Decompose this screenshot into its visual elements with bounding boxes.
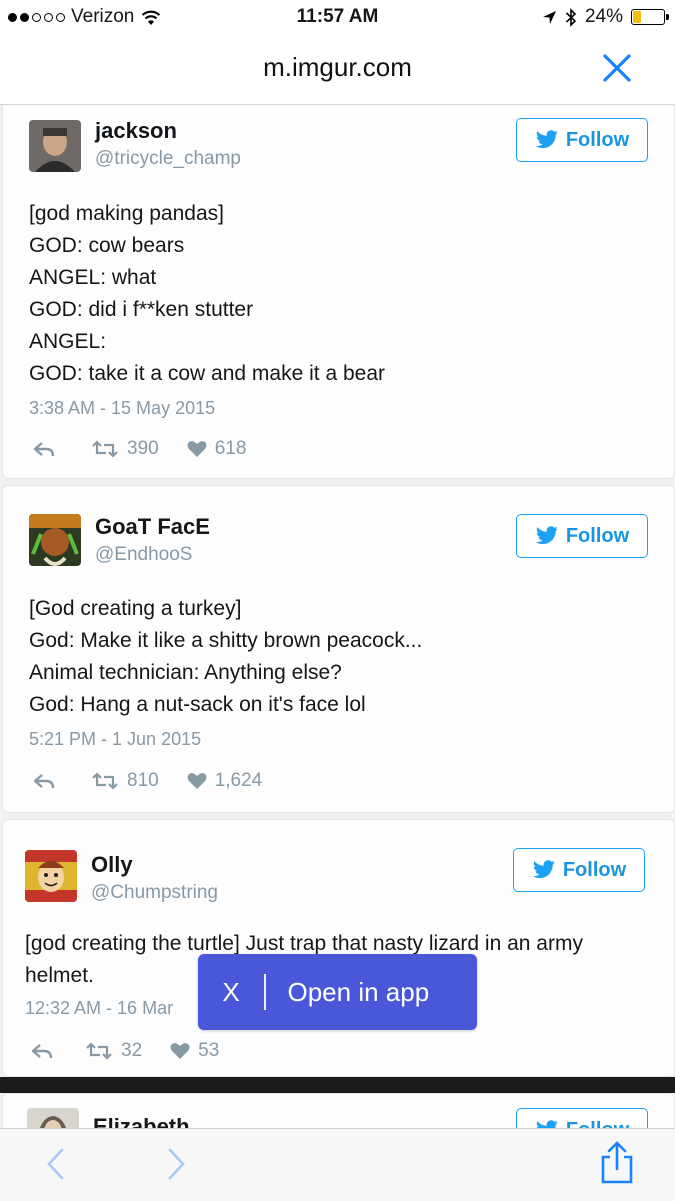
reply-icon[interactable] <box>33 441 55 457</box>
retweet-count: 390 <box>127 438 159 459</box>
retweet-count: 810 <box>127 770 159 791</box>
retweet-icon <box>86 1042 112 1060</box>
avatar[interactable] <box>25 850 77 902</box>
back-chevron-icon[interactable] <box>44 1147 66 1181</box>
follow-label: Follow <box>566 1119 629 1129</box>
tweet-line: GOD: take it a cow and make it a bear <box>29 362 385 385</box>
tweet-line: Animal technician: Anything else? <box>29 661 342 684</box>
status-bar: Verizon 11:57 AM 24% <box>0 0 675 36</box>
user-name[interactable]: jackson <box>95 118 177 144</box>
tweet-line: [god making pandas] <box>29 202 224 225</box>
user-handle[interactable]: @tricycle_champ <box>95 148 241 170</box>
tweet-timestamp[interactable]: 5:21 PM - 1 Jun 2015 <box>29 729 201 750</box>
like-count: 618 <box>214 438 247 459</box>
tweet-text: [god making pandas] GOD: cow bears ANGEL… <box>29 198 385 390</box>
like-action[interactable]: 1,624 <box>187 770 263 792</box>
twitter-bird-icon <box>536 1120 558 1128</box>
follow-button[interactable]: Follow <box>513 848 645 892</box>
tweet-line: ANGEL: <box>29 330 107 353</box>
heart-icon <box>170 1043 190 1059</box>
battery-icon <box>631 9 669 25</box>
twitter-bird-icon <box>535 526 558 545</box>
tweet-timestamp[interactable]: 12:32 AM - 16 Mar <box>25 998 173 1019</box>
open-in-app-banner: X Open in app <box>198 954 477 1030</box>
banner-divider <box>264 974 266 1010</box>
user-name[interactable]: Olly <box>91 852 133 878</box>
browser-url-bar: m.imgur.com <box>0 36 675 105</box>
like-action[interactable]: 618 <box>187 438 247 460</box>
like-count: 53 <box>198 1040 220 1061</box>
forward-chevron-icon[interactable] <box>166 1147 188 1181</box>
location-arrow-icon <box>542 10 556 24</box>
retweet-icon <box>92 772 118 790</box>
follow-button[interactable]: Follow <box>516 514 648 558</box>
like-count: 1,624 <box>214 770 263 791</box>
follow-label: Follow <box>565 128 630 151</box>
share-icon[interactable] <box>597 1141 637 1185</box>
retweet-action[interactable]: 810 <box>91 770 159 792</box>
tweet-actions: 390 618 <box>33 438 246 460</box>
retweet-action[interactable]: 390 <box>91 438 159 460</box>
open-in-app-button[interactable]: Open in app <box>266 977 430 1008</box>
tweet-card-goat-face: GoaT FacE @EndhooS Follow [God creating … <box>2 485 675 813</box>
heart-icon <box>187 773 207 789</box>
retweet-count: 32 <box>121 1040 143 1061</box>
tweet-line: God: Hang a nut-sack on it's face lol <box>29 693 366 716</box>
tweet-timestamp[interactable]: 3:38 AM - 15 May 2015 <box>29 398 215 419</box>
twitter-bird-icon <box>532 860 555 879</box>
reply-icon[interactable] <box>33 773 55 789</box>
tweet-line: ANGEL: what <box>29 266 157 289</box>
user-name[interactable]: GoaT FacE <box>95 514 210 540</box>
follow-button[interactable]: Follow <box>516 1108 648 1128</box>
bluetooth-icon <box>565 7 577 27</box>
user-handle[interactable]: @EndhooS <box>95 544 192 566</box>
tweet-actions: 32 53 <box>31 1040 219 1062</box>
avatar[interactable] <box>29 514 81 566</box>
browser-toolbar <box>0 1128 675 1201</box>
url-text[interactable]: m.imgur.com <box>0 52 675 83</box>
tweet-line: GOD: did i f**ken stutter <box>29 298 254 321</box>
twitter-bird-icon <box>535 130 558 149</box>
follow-label: Follow <box>565 524 630 547</box>
user-handle[interactable]: @Chumpstring <box>91 882 218 904</box>
user-name[interactable]: Elizabeth <box>93 1114 190 1128</box>
reply-icon[interactable] <box>31 1043 53 1059</box>
tweet-line: [God creating a turkey] <box>29 597 242 620</box>
close-icon[interactable] <box>599 50 635 86</box>
retweet-icon <box>92 440 118 458</box>
follow-label: Follow <box>562 858 627 881</box>
tweet-line: God: Make it like a shitty brown peacock… <box>29 629 423 652</box>
tweet-card-elizabeth: Elizabeth Follow <box>2 1093 675 1128</box>
follow-button[interactable]: Follow <box>516 118 648 162</box>
like-action[interactable]: 53 <box>170 1040 219 1062</box>
dismiss-banner-button[interactable]: X <box>198 977 264 1008</box>
image-separator <box>0 1077 675 1093</box>
tweet-card-jackson: jackson @tricycle_champ Follow [god maki… <box>2 105 675 479</box>
status-right: 24% <box>542 6 669 28</box>
heart-icon <box>187 441 207 457</box>
avatar[interactable] <box>27 1108 79 1128</box>
tweet-line: GOD: cow bears <box>29 234 185 257</box>
retweet-action[interactable]: 32 <box>85 1040 142 1062</box>
tweet-card-olly: Olly @Chumpstring Follow [god creating t… <box>2 819 675 1077</box>
battery-percent: 24% <box>584 6 623 27</box>
avatar[interactable] <box>29 120 81 172</box>
tweet-text: [God creating a turkey] God: Make it lik… <box>29 593 422 721</box>
tweet-actions: 810 1,624 <box>33 770 262 792</box>
